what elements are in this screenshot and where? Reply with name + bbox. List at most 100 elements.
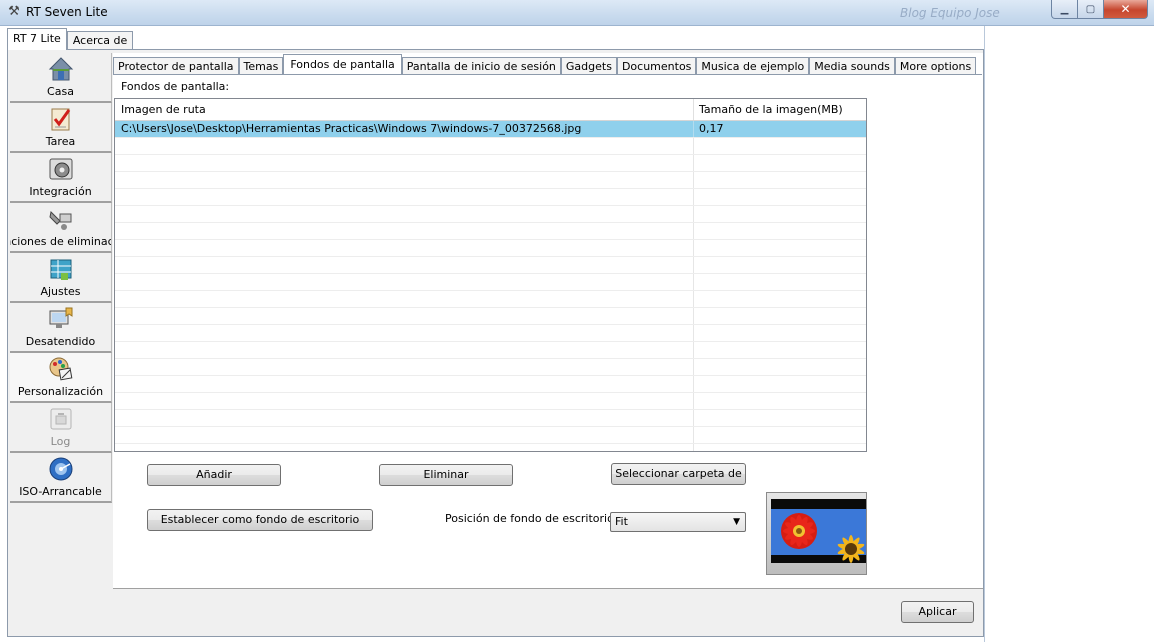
window-title: RT Seven Lite (26, 5, 108, 19)
table-row[interactable] (115, 138, 866, 155)
wallpaper-path-cell (115, 359, 694, 375)
sidebar-item-desatendido[interactable]: Desatendido (10, 303, 112, 353)
tab-media-sounds[interactable]: Media sounds (809, 57, 895, 75)
sidebar-item-log[interactable]: Log (10, 403, 112, 453)
sidebar-item-ajustes[interactable]: Ajustes (10, 253, 112, 303)
sidebar: Casa Tarea Integración nciones de elimin… (10, 53, 112, 633)
wallpaper-path-cell (115, 393, 694, 409)
column-header-path[interactable]: Imagen de ruta (115, 99, 694, 120)
position-select[interactable]: Fit ▼ (610, 512, 746, 532)
sidebar-item-label: Personalización (17, 385, 104, 398)
table-row[interactable] (115, 189, 866, 206)
apply-button[interactable]: Aplicar (901, 601, 974, 623)
log-icon (48, 406, 74, 432)
table-row[interactable] (115, 274, 866, 291)
sidebar-item-label: Ajustes (40, 285, 81, 298)
wallpaper-size-cell (694, 342, 866, 358)
position-label: Posición de fondo de escritorio (445, 512, 614, 525)
sidebar-item-eliminacion[interactable]: nciones de eliminaci (10, 203, 112, 253)
tab-gadgets[interactable]: Gadgets (560, 57, 617, 75)
table-row[interactable] (115, 155, 866, 172)
bottom-bar (113, 589, 983, 636)
wallpaper-path-cell (115, 427, 694, 443)
sidebar-item-label: Casa (47, 85, 74, 98)
table-row[interactable] (115, 240, 866, 257)
sidebar-item-tarea[interactable]: Tarea (10, 103, 112, 153)
wallpaper-path-cell: C:\Users\Jose\Desktop\Herramientas Pract… (115, 121, 694, 137)
wallpapers-section-label: Fondos de pantalla: (121, 80, 230, 93)
app-icon: ⚒ (8, 4, 20, 19)
wallpaper-list[interactable]: Imagen de ruta Tamaño de la imagen(MB) C… (114, 98, 867, 452)
window-controls: ▁ ▢ ✕ (1051, 0, 1148, 19)
tab-acerca-de[interactable]: Acerca de (66, 31, 134, 50)
wallpaper-size-cell: 0,17 (699, 122, 724, 135)
wallpaper-size-cell (694, 427, 866, 443)
table-row[interactable] (115, 410, 866, 427)
house-icon (48, 56, 74, 82)
tab-protector-de-pantalla[interactable]: Protector de pantalla (113, 57, 239, 75)
add-button[interactable]: Añadir (147, 464, 281, 486)
tab-more-options[interactable]: More options (894, 57, 977, 75)
wallpaper-size-cell (694, 189, 866, 205)
tab-musica-de-ejemplo[interactable]: Musica de ejemplo (696, 57, 810, 75)
wallpaper-size-cell (694, 308, 866, 324)
table-row[interactable] (115, 291, 866, 308)
table-row[interactable] (115, 393, 866, 410)
checklist-icon (48, 106, 74, 132)
window-border-area (984, 26, 1154, 642)
tab-fondos-de-pantalla[interactable]: Fondos de pantalla (283, 54, 402, 74)
wallpaper-path-cell (115, 342, 694, 358)
wallpaper-size-cell (694, 359, 866, 375)
wallpaper-size-cell (694, 376, 866, 392)
wallpaper-path-cell (115, 189, 694, 205)
settings-icon (48, 256, 74, 282)
table-row[interactable] (115, 257, 866, 274)
sidebar-item-label: Tarea (45, 135, 76, 148)
wallpaper-path-cell (115, 155, 694, 171)
wallpaper-size-cell (694, 274, 866, 290)
remove-button[interactable]: Eliminar (379, 464, 513, 486)
table-row[interactable]: C:\Users\Jose\Desktop\Herramientas Pract… (115, 121, 866, 138)
table-row[interactable] (115, 325, 866, 342)
table-row[interactable] (115, 359, 866, 376)
table-row[interactable] (115, 206, 866, 223)
table-row[interactable] (115, 342, 866, 359)
sidebar-item-integracion[interactable]: Integración (10, 153, 112, 203)
wallpaper-size-cell (694, 206, 866, 222)
sidebar-item-personalizacion[interactable]: Personalización (10, 353, 112, 403)
maximize-button[interactable]: ▢ (1078, 0, 1104, 19)
table-row[interactable] (115, 223, 866, 240)
wallpaper-size-cell (694, 240, 866, 256)
wallpaper-path-cell (115, 291, 694, 307)
sidebar-item-label: ISO-Arrancable (19, 485, 102, 498)
table-row[interactable] (115, 308, 866, 325)
integration-icon (48, 156, 74, 182)
sidebar-item-iso-arrancable[interactable]: ISO-Arrancable (10, 453, 112, 503)
set-desktop-background-button[interactable]: Establecer como fondo de escritorio (147, 509, 373, 531)
table-row[interactable] (115, 376, 866, 393)
tab-documentos[interactable]: Documentos (616, 57, 697, 75)
wallpaper-size-cell (694, 172, 866, 188)
tab-rt7-lite[interactable]: RT 7 Lite (7, 28, 67, 50)
wallpaper-size-cell (694, 257, 866, 273)
sidebar-item-casa[interactable]: Casa (10, 53, 112, 103)
chevron-down-icon: ▼ (733, 517, 740, 527)
minimize-icon: ▁ (1060, 3, 1069, 15)
tab-temas[interactable]: Temas (238, 57, 284, 75)
table-row[interactable] (115, 444, 866, 451)
tab-pantalla-inicio-sesion[interactable]: Pantalla de inicio de sesión (401, 57, 561, 75)
minimize-button[interactable]: ▁ (1051, 0, 1078, 19)
sidebar-item-label: nciones de eliminaci (10, 235, 112, 248)
wallpaper-path-cell (115, 138, 694, 154)
table-row[interactable] (115, 427, 866, 444)
select-folder-button[interactable]: Seleccionar carpeta de (611, 463, 746, 485)
empty-rows (115, 138, 866, 451)
removal-icon (48, 206, 74, 232)
background-window-title: Blog Equipo Jose (900, 6, 1000, 20)
disc-icon (48, 456, 74, 482)
column-header-size[interactable]: Tamaño de la imagen(MB) (694, 99, 866, 120)
table-row[interactable] (115, 172, 866, 189)
wallpaper-path-cell (115, 376, 694, 392)
main-tabs: RT 7 Lite Acerca de (7, 28, 134, 50)
close-button[interactable]: ✕ (1104, 0, 1148, 19)
